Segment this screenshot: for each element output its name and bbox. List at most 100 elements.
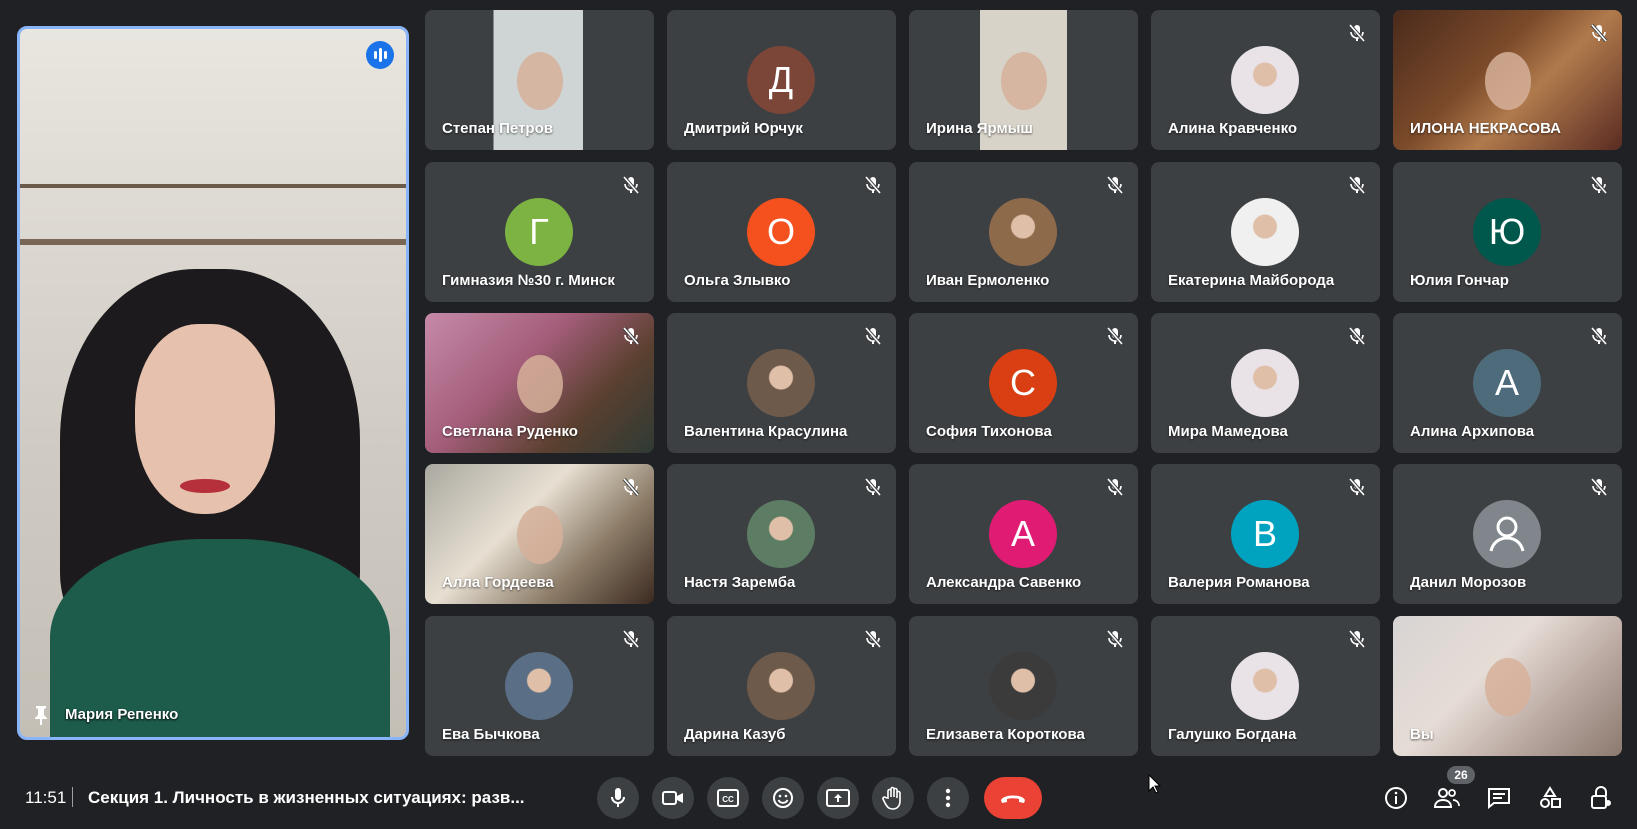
avatar-initial: А — [989, 500, 1057, 568]
people-button[interactable] — [1429, 780, 1465, 816]
pinned-speaker-tile[interactable]: Мария Репенко — [17, 26, 409, 740]
participant-name: Иван Ермоленко — [926, 272, 1050, 289]
participant-tile[interactable]: О Ольга Злывко — [667, 162, 896, 302]
pinned-speaker-name: Мария Репенко — [65, 706, 179, 723]
mic-off-icon — [1104, 628, 1126, 650]
avatar-initial: С — [989, 349, 1057, 417]
participant-tile[interactable]: В Валерия Романова — [1151, 464, 1380, 604]
participant-tile[interactable]: Данил Морозов — [1393, 464, 1622, 604]
raise-hand-button[interactable] — [872, 777, 914, 819]
participant-name: Галушко Богдана — [1168, 726, 1297, 743]
participant-tile[interactable]: Алла Гордеева — [425, 464, 654, 604]
captions-button[interactable]: CC — [707, 777, 749, 819]
present-screen-button[interactable] — [817, 777, 859, 819]
avatar-initial: А — [1473, 349, 1541, 417]
participant-name: Алина Кравченко — [1168, 120, 1298, 137]
mouse-cursor-icon — [1148, 774, 1162, 794]
participant-tile[interactable]: Алина Кравченко — [1151, 10, 1380, 150]
wall-detail — [20, 184, 406, 188]
avatar-photo — [747, 652, 815, 720]
participant-name: Настя Заремба — [684, 574, 796, 591]
pin-icon[interactable] — [32, 705, 50, 725]
mic-off-icon — [862, 476, 884, 498]
participant-tile[interactable]: Валентина Красулина — [667, 313, 896, 453]
lock-person-icon — [1591, 786, 1611, 809]
default-avatar-icon — [1473, 500, 1541, 568]
participant-name: Ева Бычкова — [442, 726, 540, 743]
avatar-photo — [989, 198, 1057, 266]
hand-icon — [882, 786, 901, 810]
meeting-title[interactable]: Секция 1. Личность в жизненных ситуациях… — [88, 788, 525, 808]
meeting-details-button[interactable] — [1378, 780, 1414, 816]
participant-tile[interactable]: Елизавета Короткова — [909, 616, 1138, 756]
participant-tile[interactable]: Ю Юлия Гончар — [1393, 162, 1622, 302]
camera-button[interactable] — [652, 777, 694, 819]
participant-tile[interactable]: А Алина Архипова — [1393, 313, 1622, 453]
participant-silhouette — [1000, 52, 1047, 110]
participant-name: София Тихонова — [926, 423, 1052, 440]
participant-name: Валентина Красулина — [684, 423, 848, 440]
mic-off-icon — [1346, 476, 1368, 498]
avatar-photo — [1231, 46, 1299, 114]
present-icon — [826, 789, 850, 807]
mic-off-icon — [862, 628, 884, 650]
more-vert-icon — [945, 788, 951, 808]
participant-silhouette — [516, 506, 563, 564]
microphone-button[interactable] — [597, 777, 639, 819]
camera-icon — [662, 791, 683, 805]
participant-name: Степан Петров — [442, 120, 553, 137]
participant-name: Данил Морозов — [1410, 574, 1527, 591]
mic-off-icon — [1104, 476, 1126, 498]
chat-icon — [1488, 788, 1510, 809]
mic-off-icon — [1588, 476, 1610, 498]
more-options-button[interactable] — [927, 777, 969, 819]
participant-tile[interactable]: ИЛОНА НЕКРАСОВА — [1393, 10, 1622, 150]
activities-icon — [1540, 786, 1561, 808]
participant-grid: Степан Петров Д Дмитрий Юрчук Ирина Ярмыш Ал… — [425, 10, 1623, 756]
mic-off-icon — [620, 325, 642, 347]
mic-off-icon — [1588, 174, 1610, 196]
participant-name: Юлия Гончар — [1410, 272, 1509, 289]
meeting-stage: Мария Репенко Степан Петров Д Дмитрий Юрчу… — [0, 0, 1637, 760]
participant-tile[interactable]: Д Дмитрий Юрчук — [667, 10, 896, 150]
chat-button[interactable] — [1481, 780, 1517, 816]
participant-tile[interactable]: Ева Бычкова — [425, 616, 654, 756]
avatar-initial: О — [747, 198, 815, 266]
participant-tile[interactable]: Ирина Ярмыш — [909, 10, 1138, 150]
avatar-photo — [1231, 349, 1299, 417]
participant-name: Дарина Казуб — [684, 726, 786, 743]
participant-tile[interactable]: Г Гимназия №30 г. Минск — [425, 162, 654, 302]
participant-tile[interactable]: Настя Заремба — [667, 464, 896, 604]
participant-tile[interactable]: С София Тихонова — [909, 313, 1138, 453]
host-controls-button[interactable] — [1583, 780, 1619, 816]
participant-tile[interactable]: Галушко Богдана — [1151, 616, 1380, 756]
avatar-photo — [989, 652, 1057, 720]
speaking-indicator-icon — [366, 41, 394, 69]
mic-off-icon — [620, 628, 642, 650]
people-icon — [1434, 788, 1460, 808]
participant-tile[interactable]: Екатерина Майборода — [1151, 162, 1380, 302]
emoji-icon — [773, 788, 793, 808]
participant-name: Валерия Романова — [1168, 574, 1310, 591]
participant-name: Ирина Ярмыш — [926, 120, 1033, 137]
participant-tile[interactable]: А Александра Савенко — [909, 464, 1138, 604]
participant-tile[interactable]: Светлана Руденко — [425, 313, 654, 453]
participant-name: ИЛОНА НЕКРАСОВА — [1410, 120, 1561, 137]
mic-off-icon — [1346, 325, 1368, 347]
activities-button[interactable] — [1532, 780, 1568, 816]
participant-tile[interactable]: Вы — [1393, 616, 1622, 756]
participant-tile[interactable]: Мира Мамедова — [1151, 313, 1380, 453]
participant-silhouette — [1484, 52, 1531, 110]
participant-tile[interactable]: Иван Ермоленко — [909, 162, 1138, 302]
avatar-photo — [1231, 198, 1299, 266]
mic-off-icon — [1588, 325, 1610, 347]
participant-tile[interactable]: Дарина Казуб — [667, 616, 896, 756]
participant-name: Светлана Руденко — [442, 423, 578, 440]
info-icon — [1385, 787, 1407, 809]
end-call-button[interactable] — [984, 777, 1042, 819]
mic-off-icon — [1346, 174, 1368, 196]
mic-off-icon — [1104, 325, 1126, 347]
participant-name: Екатерина Майборода — [1168, 272, 1335, 289]
reactions-button[interactable] — [762, 777, 804, 819]
participant-tile[interactable]: Степан Петров — [425, 10, 654, 150]
